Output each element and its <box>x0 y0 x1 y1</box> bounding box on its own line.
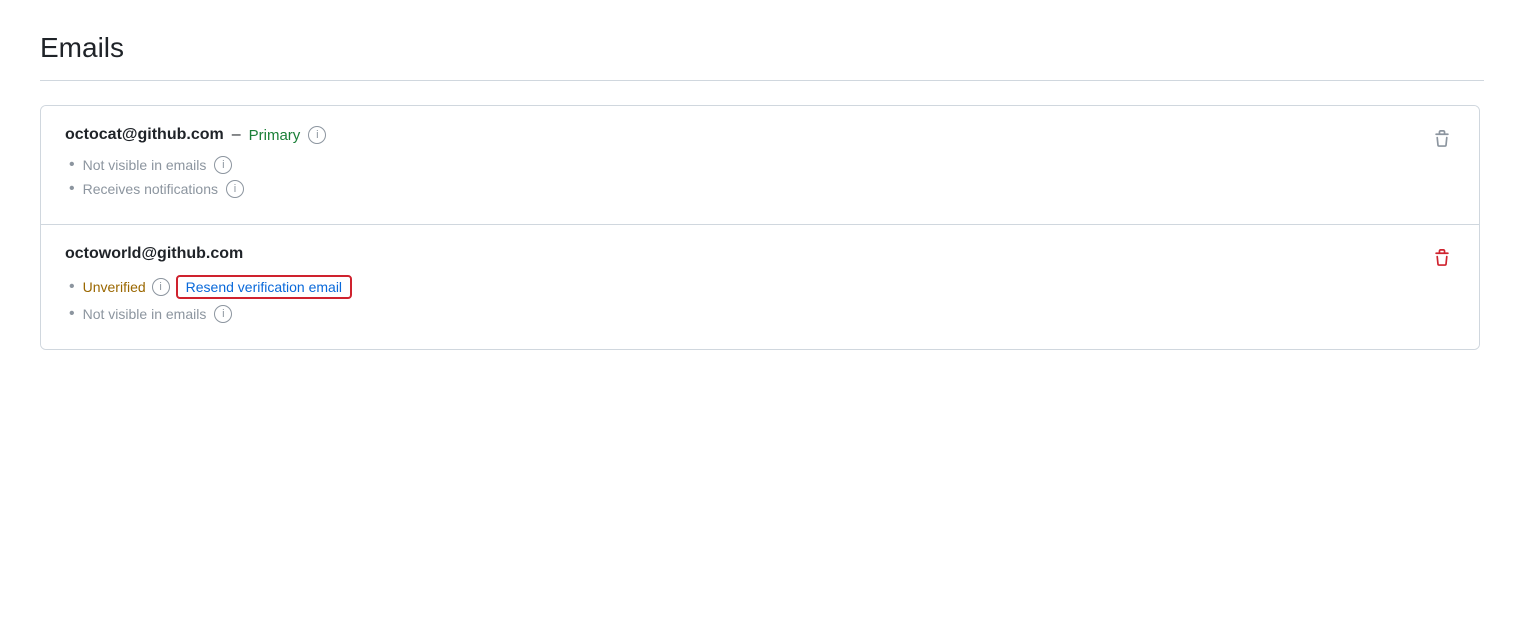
unverified-row: Unverified i Resend verification email <box>83 275 352 299</box>
delete-button-2[interactable] <box>1429 245 1455 271</box>
primary-info-icon[interactable]: i <box>308 126 326 144</box>
section-divider <box>40 80 1484 81</box>
not-visible-info-icon-1[interactable]: i <box>214 156 232 174</box>
unverified-text: Unverified <box>83 279 146 295</box>
page-title: Emails <box>40 32 1484 64</box>
trash-icon-2 <box>1433 249 1451 267</box>
email-row-2: octoworld@github.com Unverified i Resend… <box>41 225 1479 349</box>
emails-container: octocat@github.com – Primary i Not visib… <box>40 105 1480 350</box>
primary-badge: Primary <box>249 127 301 144</box>
email-row-1: octocat@github.com – Primary i Not visib… <box>41 106 1479 225</box>
detail-unverified: Unverified i Resend verification email <box>65 275 1455 299</box>
email-header-1: octocat@github.com – Primary i <box>65 126 1455 144</box>
email-separator-1: – <box>232 126 241 144</box>
receives-notifications-text: Receives notifications <box>83 181 218 197</box>
email-address-2: octoworld@github.com <box>65 245 243 263</box>
detail-not-visible-2: Not visible in emails i <box>65 305 1455 323</box>
detail-receives-notifications: Receives notifications i <box>65 180 1455 198</box>
email-details-2: Unverified i Resend verification email N… <box>65 275 1455 323</box>
not-visible-info-icon-2[interactable]: i <box>214 305 232 323</box>
email-header-2: octoworld@github.com <box>65 245 1455 263</box>
not-visible-text-2: Not visible in emails <box>83 306 207 322</box>
receives-notifications-info-icon[interactable]: i <box>226 180 244 198</box>
trash-icon-1 <box>1433 130 1451 148</box>
detail-not-visible-1: Not visible in emails i <box>65 156 1455 174</box>
delete-button-1[interactable] <box>1429 126 1455 152</box>
email-details-1: Not visible in emails i Receives notific… <box>65 156 1455 198</box>
email-address-1: octocat@github.com <box>65 126 224 144</box>
resend-verification-link[interactable]: Resend verification email <box>176 275 352 299</box>
unverified-info-icon[interactable]: i <box>152 278 170 296</box>
not-visible-text-1: Not visible in emails <box>83 157 207 173</box>
